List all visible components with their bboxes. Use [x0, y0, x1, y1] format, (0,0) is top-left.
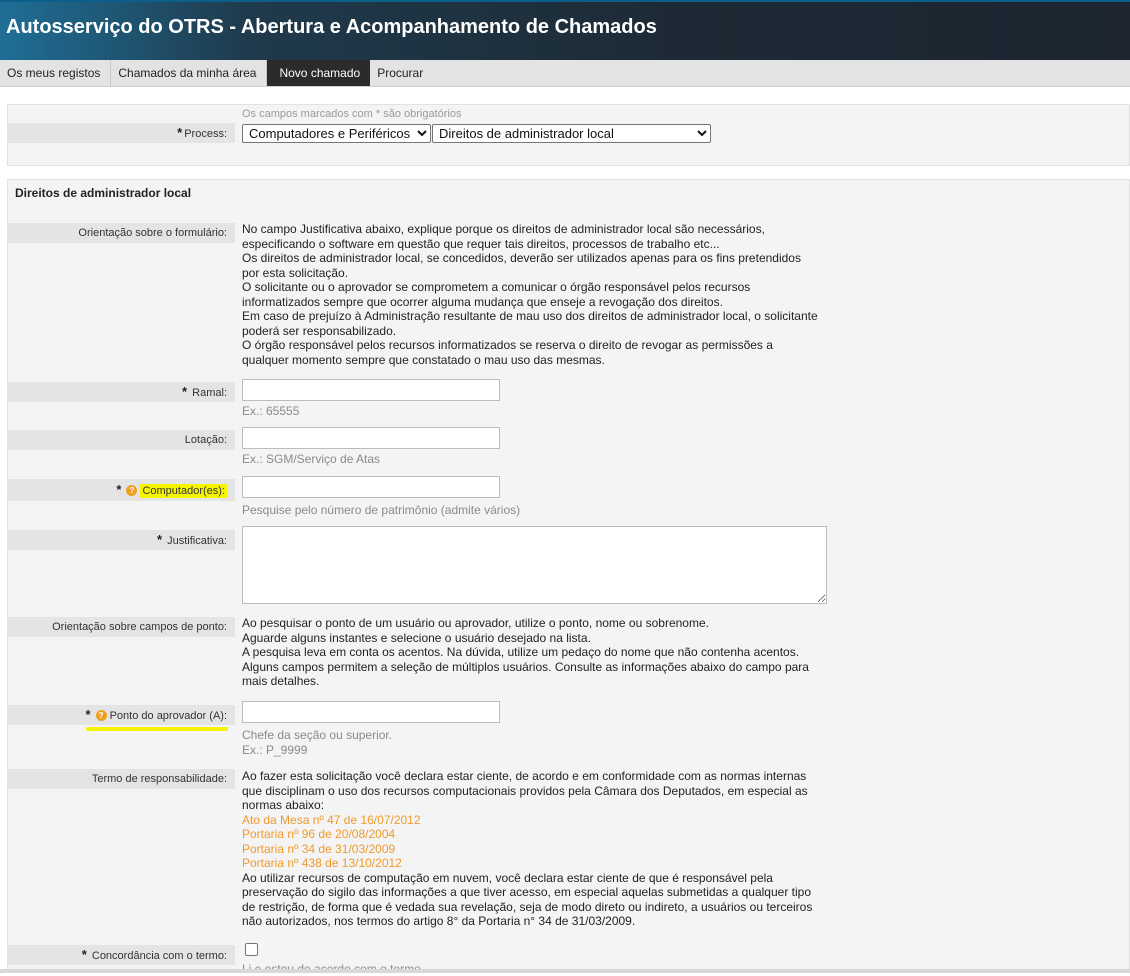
orientation-line: qualquer momento sempre que constatado o…: [242, 352, 605, 367]
lotacao-label: Lotação:: [7, 430, 235, 450]
orientation-text: No campo Justificativa abaixo, explique …: [242, 222, 818, 367]
ponto-orientation-line: mais detalhes.: [242, 674, 320, 688]
process-label: * Process:: [7, 123, 235, 143]
orientation-line: especificando o software em questão que …: [242, 236, 720, 251]
concordancia-label-text: Concordância com o termo:: [91, 950, 227, 962]
aprovador-label-text: Ponto do aprovador (A):: [109, 710, 227, 722]
justificativa-label-text: Justificativa:: [167, 535, 227, 547]
orientation-line: poderá ser responsabilizado.: [242, 323, 397, 338]
computador-label: * ? Computador(es):: [7, 479, 235, 501]
highlight-mark: [86, 727, 228, 731]
termo-label: Termo de responsabilidade:: [7, 769, 235, 789]
process-category-select[interactable]: Computadores e Periféricos: [242, 124, 431, 143]
ponto-orientation-line: Aguarde alguns instantes e selecione o u…: [242, 630, 591, 645]
ramal-input[interactable]: [242, 379, 500, 401]
lotacao-hint: Ex.: SGM/Serviço de Atas: [242, 452, 381, 466]
termo-line: que disciplinam o uso dos recursos compu…: [242, 783, 808, 798]
norma-link[interactable]: Portaria nº 96 de 20/08/2004: [242, 827, 812, 842]
termo-line: preservação do sigilo das informações a …: [242, 885, 811, 899]
orientation-line: No campo Justificativa abaixo, explique …: [242, 222, 765, 236]
nav-procurar[interactable]: Procurar: [370, 60, 433, 86]
orientation-label: Orientação sobre o formulário:: [7, 223, 235, 243]
termo-line: de restrição, de forma que é vedada sua …: [242, 899, 813, 914]
lotacao-input[interactable]: [242, 427, 500, 449]
termo-line: Ao fazer esta solicitação você declara e…: [242, 769, 807, 783]
required-star: *: [182, 384, 188, 399]
aprovador-example: Ex.: P_9999: [242, 743, 308, 757]
termo-line: Ao utilizar recursos de computação em nu…: [242, 870, 773, 885]
justificativa-label: * Justificativa:: [7, 530, 235, 550]
aprovador-input[interactable]: [242, 701, 500, 723]
main-nav: Os meus registos Chamados da minha área …: [0, 60, 1130, 87]
norma-link[interactable]: Portaria nº 438 de 13/10/2012: [242, 856, 812, 871]
section-title: Direitos de administrador local: [15, 186, 192, 200]
ponto-orientation-line: A pesquisa leva em conta os acentos. Na …: [242, 645, 800, 659]
aprovador-label: * ? Ponto do aprovador (A):: [7, 705, 235, 725]
termo-line: normas abaixo:: [242, 798, 325, 812]
process-label-text: Process:: [184, 128, 227, 140]
required-star: *: [116, 482, 122, 497]
concordancia-label: * Concordância com o termo:: [7, 945, 235, 965]
ponto-orientation-line: Ao pesquisar o ponto de um usuário ou ap…: [242, 616, 709, 630]
computador-label-text: Computador(es):: [140, 484, 227, 498]
termo-text: Ao fazer esta solicitação você declara e…: [242, 769, 812, 929]
termo-line: não autorizados, nos termos do artigo 8°…: [242, 914, 636, 928]
orientation-line: informatizados sempre que ocorrer alguma…: [242, 294, 723, 309]
orientation-line: O solicitante ou o aprovador se comprome…: [242, 280, 751, 294]
computador-input[interactable]: [242, 476, 500, 498]
app-header: Autosserviço do OTRS - Abertura e Acompa…: [0, 0, 1130, 60]
app-title: Autosserviço do OTRS - Abertura e Acompa…: [6, 16, 657, 38]
required-star: *: [85, 707, 91, 722]
nav-chamados-minha-area[interactable]: Chamados da minha área: [111, 60, 268, 86]
ramal-label-text: Ramal:: [192, 387, 227, 399]
concordancia-checkbox[interactable]: [245, 943, 258, 956]
help-icon[interactable]: ?: [95, 710, 107, 721]
required-fields-note: Os campos marcados com * são obrigatório…: [242, 108, 462, 120]
orientation-line: O órgão responsável pelos recursos infor…: [242, 338, 773, 352]
orientation-line: Os direitos de administrador local, se c…: [242, 251, 801, 265]
norma-link[interactable]: Portaria nº 34 de 31/03/2009: [242, 842, 812, 857]
required-star: *: [81, 947, 87, 962]
computador-hint: Pesquise pelo número de patrimônio (admi…: [242, 503, 521, 517]
nav-novo-chamado[interactable]: Novo chamado: [267, 60, 371, 86]
orientation-line: por esta solicitação.: [242, 265, 349, 280]
nav-os-meus-registos[interactable]: Os meus registos: [0, 60, 112, 86]
ponto-orientation-label: Orientação sobre campos de ponto:: [7, 617, 235, 637]
justificativa-textarea[interactable]: [242, 526, 827, 604]
required-star: *: [177, 125, 183, 140]
norma-link[interactable]: Ato da Mesa nº 47 de 16/07/2012: [242, 813, 812, 828]
ramal-label: * Ramal:: [7, 382, 235, 402]
required-star: *: [156, 532, 163, 547]
window-bottom-edge: [0, 969, 1130, 973]
aprovador-hint: Chefe da seção ou superior.: [242, 728, 393, 742]
help-icon[interactable]: ?: [126, 485, 138, 496]
ponto-orientation-line: Alguns campos permitem a seleção de múlt…: [242, 659, 809, 674]
process-type-select[interactable]: Direitos de administrador local: [432, 124, 711, 143]
ponto-orientation-text: Ao pesquisar o ponto de um usuário ou ap…: [242, 616, 809, 689]
ramal-hint: Ex.: 65555: [242, 404, 300, 418]
orientation-line: Em caso de prejuízo à Administração resu…: [242, 309, 818, 323]
